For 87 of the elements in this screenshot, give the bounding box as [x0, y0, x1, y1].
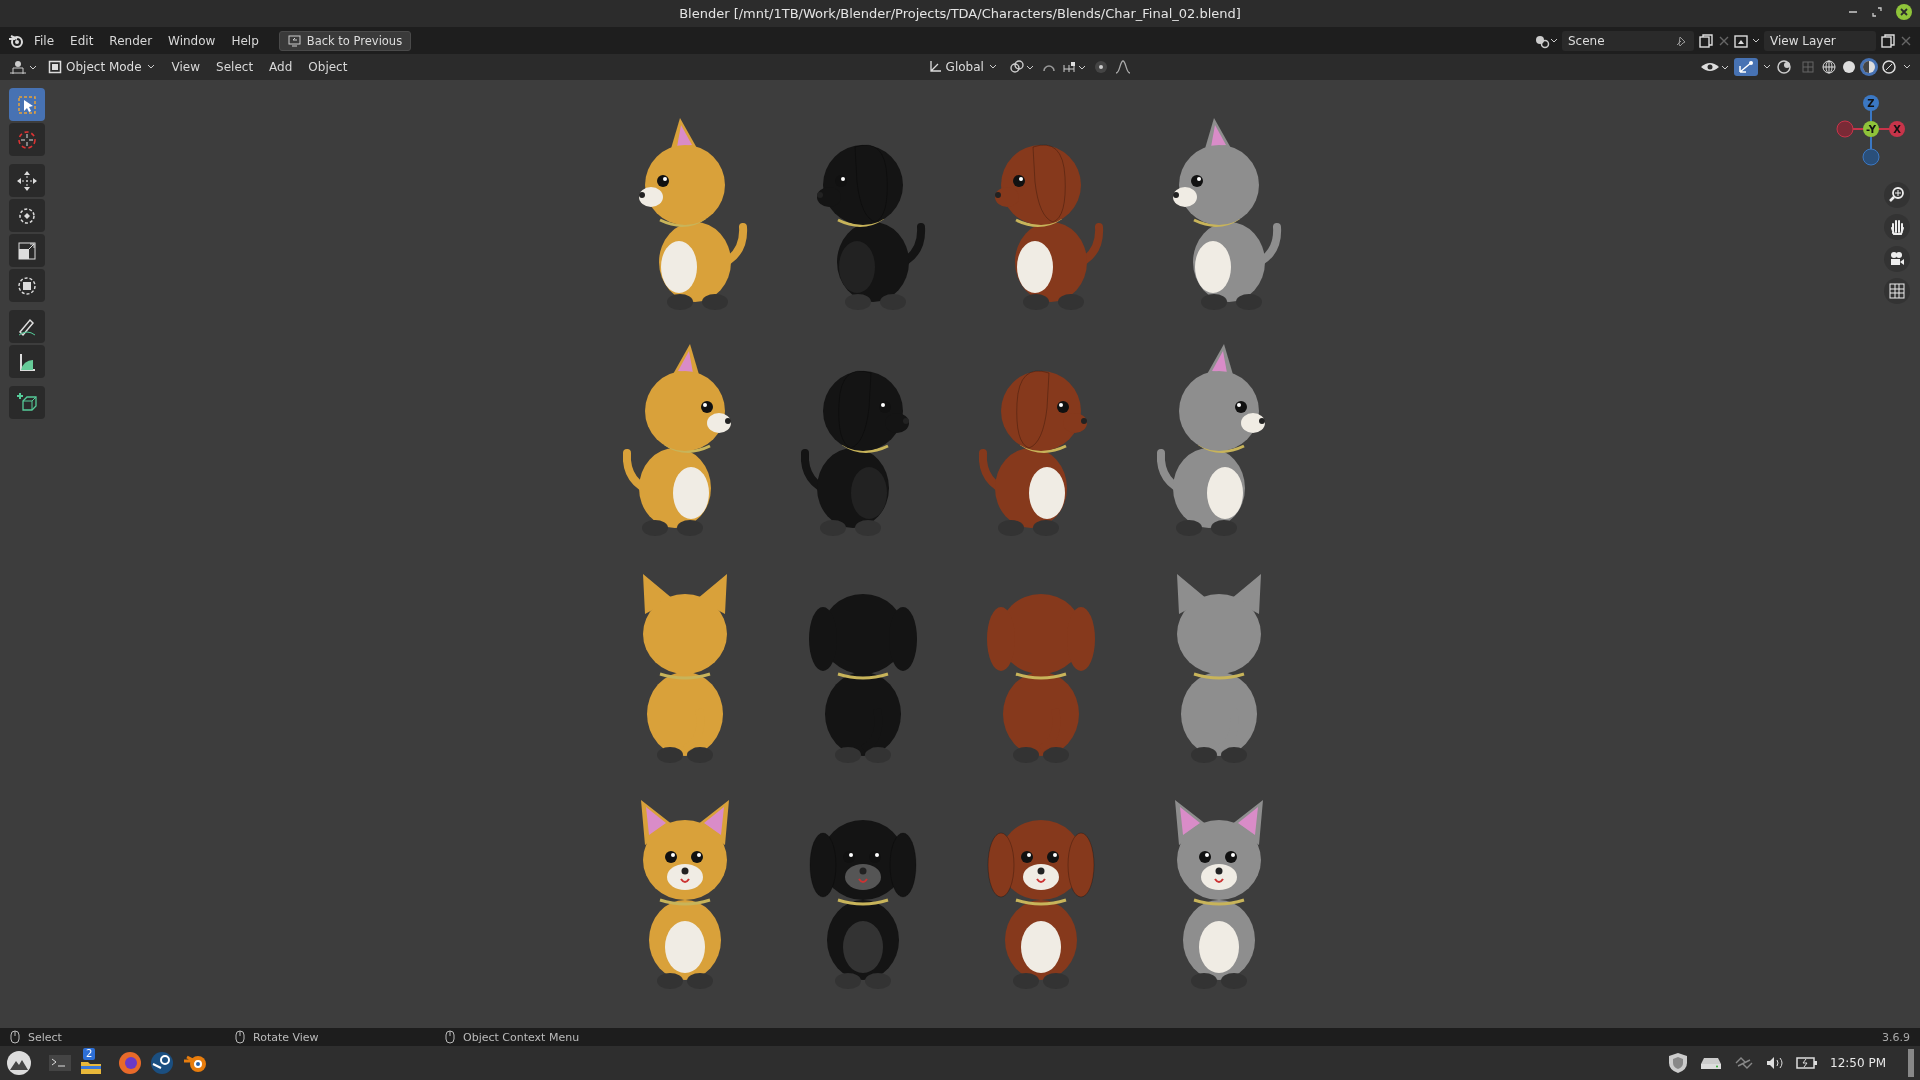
terminal-icon[interactable] [48, 1053, 72, 1073]
annotate-tool-button[interactable] [9, 310, 45, 343]
transform-icon [16, 274, 38, 297]
shield-icon[interactable] [1668, 1052, 1688, 1074]
menu-item[interactable]: Edit [64, 30, 100, 51]
select-icon [16, 93, 38, 116]
sphere-icon [1861, 59, 1877, 75]
mouse-icon [235, 1030, 245, 1044]
copy-layer-icon[interactable] [1880, 32, 1896, 49]
caret-icon [145, 63, 156, 71]
menu-item[interactable]: Render [103, 30, 159, 51]
volume-icon[interactable] [1766, 1056, 1784, 1070]
launcher-icon[interactable] [6, 1050, 32, 1076]
view-layer-field[interactable]: View Layer [1764, 30, 1876, 51]
caret-icon[interactable] [1902, 63, 1912, 71]
zoom-button[interactable] [1884, 182, 1910, 208]
scene-field[interactable]: Scene [1562, 30, 1694, 51]
falloff-curve-icon[interactable] [1113, 59, 1132, 75]
back-to-previous-button[interactable]: Back to Previous [278, 30, 412, 51]
hand-button[interactable] [1884, 214, 1910, 240]
window-title: Blender [/mnt/1TB/Work/Blender/Projects/TDA/Characters/Blends/Char_Final_02.blend] [679, 6, 1241, 21]
select-tool-button[interactable] [9, 88, 45, 121]
navigation-gizmo[interactable]: Z -Y X [1836, 94, 1906, 166]
maximize-button[interactable] [1872, 7, 1882, 17]
sphere-icon [1821, 59, 1837, 75]
drive-icon[interactable] [1700, 1056, 1722, 1070]
object-mode-icon [48, 60, 62, 74]
add-cube-icon [16, 391, 38, 414]
menu-item[interactable]: Select [210, 57, 260, 77]
rotate-tool-button[interactable] [9, 199, 45, 232]
camera-icon [1888, 250, 1906, 268]
status-hint: Select [28, 1030, 62, 1044]
gizmo-toggle[interactable] [1734, 58, 1758, 76]
grid-icon [1888, 282, 1906, 300]
mouse-icon [10, 1030, 20, 1044]
close-button[interactable] [1896, 4, 1912, 20]
orientation-dropdown[interactable]: Global [921, 58, 1004, 76]
camera-button[interactable] [1884, 246, 1910, 272]
hand-icon [1888, 218, 1906, 236]
network-icon[interactable] [1734, 1056, 1754, 1070]
menu-item[interactable]: Object [302, 57, 354, 77]
scale-tool-button[interactable] [9, 234, 45, 267]
menu-item[interactable]: Window [162, 30, 222, 51]
editor-type-icon[interactable] [8, 58, 38, 76]
mode-dropdown[interactable]: Object Mode [42, 58, 162, 76]
battery-icon[interactable] [1796, 1056, 1818, 1070]
firefox-icon[interactable] [118, 1051, 142, 1075]
status-hint: Rotate View [253, 1030, 319, 1044]
axes-icon [927, 60, 942, 74]
screen-icon [287, 34, 301, 47]
menu-item[interactable]: View [165, 57, 207, 77]
shading-rendered-button[interactable] [1880, 58, 1898, 76]
scale-icon [16, 239, 38, 262]
sphere-icon [1881, 59, 1897, 75]
cursor-icon [16, 128, 38, 151]
menu-item[interactable]: Help [225, 30, 265, 51]
close-icon[interactable] [1718, 34, 1730, 47]
steam-icon[interactable] [150, 1051, 174, 1075]
menu-item[interactable]: File [28, 30, 61, 51]
view-layer-icon[interactable] [1734, 32, 1760, 49]
move-tool-button[interactable] [9, 164, 45, 197]
shading-wireframe-button[interactable] [1820, 58, 1838, 76]
move-icon [16, 169, 38, 192]
add-cube-tool-button[interactable] [9, 386, 45, 419]
close-icon[interactable] [1900, 34, 1912, 47]
zoom-icon [1888, 186, 1906, 204]
pivot-point-icon[interactable] [1007, 59, 1036, 75]
snap-increment-icon[interactable] [1061, 59, 1088, 75]
mouse-icon [445, 1030, 455, 1044]
shading-solid-button[interactable] [1840, 58, 1858, 76]
caret-icon [987, 63, 998, 71]
copy-scene-icon[interactable] [1698, 32, 1714, 49]
cursor-tool-button[interactable] [9, 123, 45, 156]
notification-badge: 2 [83, 1048, 96, 1060]
shading-material-button[interactable] [1860, 58, 1878, 76]
status-hint: Object Context Menu [463, 1030, 580, 1044]
sphere-icon [1841, 59, 1857, 75]
measure-tool-button[interactable] [9, 345, 45, 378]
folder-icon[interactable] [80, 1061, 102, 1075]
gizmo-icon [1737, 59, 1755, 75]
blender-logo-icon[interactable] [8, 32, 24, 49]
version-label: 3.6.9 [1882, 1030, 1910, 1044]
clock: 12:50 PM [1830, 1056, 1886, 1070]
grid-button[interactable] [1884, 278, 1910, 304]
caret-icon[interactable] [1762, 63, 1772, 71]
transform-tool-button[interactable] [9, 269, 45, 302]
menu-item[interactable]: Add [263, 57, 299, 77]
